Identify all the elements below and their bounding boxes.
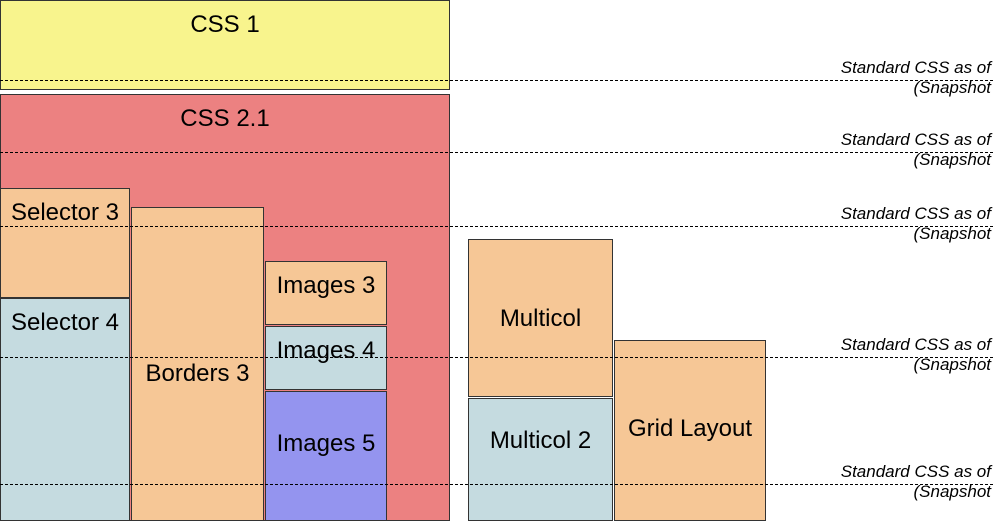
caption-line1: Standard CSS as of <box>841 58 991 77</box>
caption-line2: (Snapshot <box>811 150 991 170</box>
caption-line2: (Snapshot <box>811 482 991 502</box>
box-label: Images 3 <box>277 272 376 300</box>
box-borders3: Borders 3 <box>131 207 264 521</box>
box-images3: Images 3 <box>265 261 387 325</box>
box-selector3: Selector 3 <box>0 188 130 298</box>
box-gridlayout: Grid Layout <box>614 340 766 521</box>
box-label: Multicol 2 <box>490 427 591 455</box>
box-label: Selector 3 <box>11 199 119 227</box>
box-images5: Images 5 <box>265 391 387 521</box>
caption-line1: Standard CSS as of <box>841 335 991 354</box>
caption-line1: Standard CSS as of <box>841 130 991 149</box>
box-label: CSS 2.1 <box>180 105 269 133</box>
box-multicol2: Multicol 2 <box>468 398 613 521</box>
caption-4: Standard CSS as of(Snapshot <box>811 462 991 501</box>
caption-1: Standard CSS as of(Snapshot <box>811 130 991 169</box>
box-label: Selector 4 <box>11 309 119 337</box>
box-css1: CSS 1 <box>0 0 450 90</box>
box-label: Multicol <box>500 305 581 333</box>
caption-line2: (Snapshot <box>811 224 991 244</box>
caption-line1: Standard CSS as of <box>841 462 991 481</box>
box-label: Images 4 <box>277 337 376 365</box>
caption-line2: (Snapshot <box>811 355 991 375</box>
caption-3: Standard CSS as of(Snapshot <box>811 335 991 374</box>
caption-line1: Standard CSS as of <box>841 204 991 223</box>
box-label: Grid Layout <box>628 415 752 443</box>
box-multicol: Multicol <box>468 239 613 397</box>
box-label: Images 5 <box>277 430 376 458</box>
box-selector4: Selector 4 <box>0 298 130 521</box>
box-images4: Images 4 <box>265 326 387 390</box>
caption-line2: (Snapshot <box>811 78 991 98</box>
box-label: CSS 1 <box>190 11 259 39</box>
caption-0: Standard CSS as of(Snapshot <box>811 58 991 97</box>
box-label: Borders 3 <box>145 360 249 388</box>
caption-2: Standard CSS as of(Snapshot <box>811 204 991 243</box>
